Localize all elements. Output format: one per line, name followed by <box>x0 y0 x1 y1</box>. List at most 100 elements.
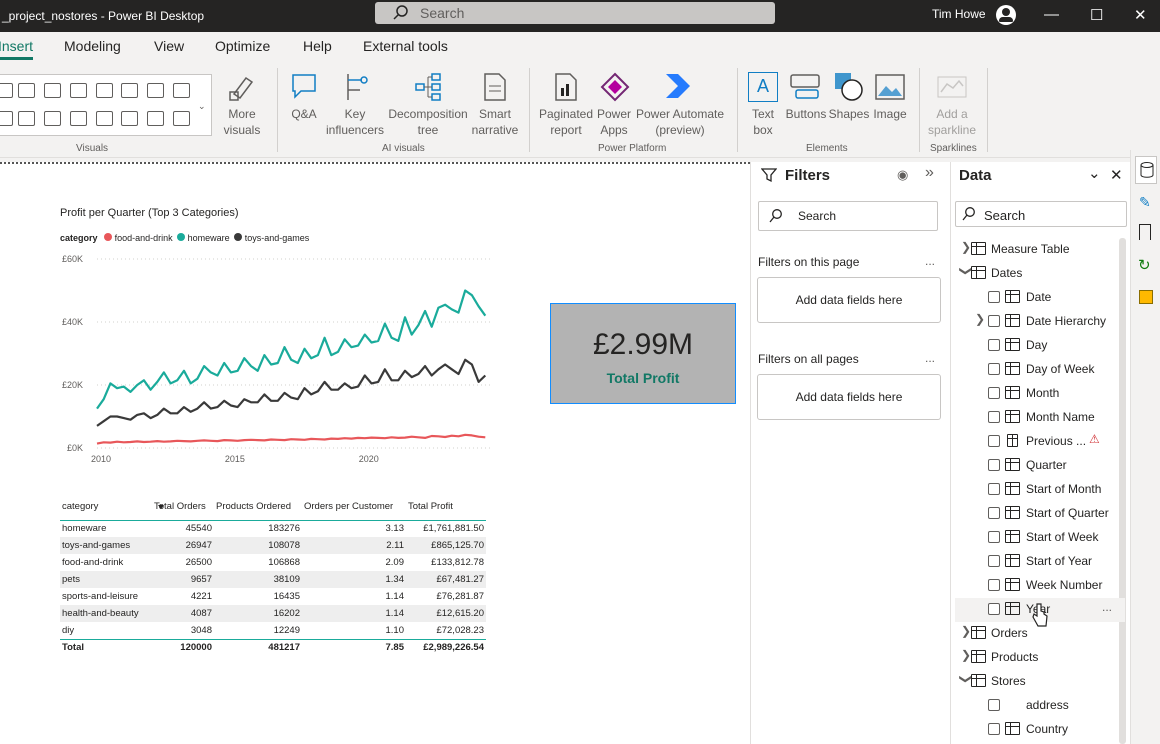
add-sparkline-button[interactable]: Add a sparkline <box>924 106 980 138</box>
more-options-button[interactable]: ... <box>925 351 935 365</box>
smart-narrative-button[interactable]: Smart narrative <box>470 106 520 138</box>
checkbox[interactable] <box>988 699 1000 711</box>
visual-icon[interactable] <box>173 111 190 126</box>
filters-search-input[interactable]: Search <box>758 201 938 231</box>
total-profit-card[interactable]: £2.99M Total Profit <box>550 303 736 404</box>
column-header-category[interactable]: category <box>60 494 152 521</box>
title-search-box[interactable]: Search <box>375 2 775 24</box>
tab-modeling[interactable]: Modeling <box>64 38 121 54</box>
table-row[interactable]: food-and-drink 26500 106868 2.09 £133,812.78 <box>60 554 486 571</box>
column-header-products-ordered[interactable]: Products Ordered <box>214 494 302 521</box>
visual-icon[interactable] <box>96 83 113 98</box>
checkbox[interactable] <box>988 411 1000 423</box>
field-week-number[interactable]: Week Number <box>955 574 1125 598</box>
column-header-orders-per-customer[interactable]: Orders per Customer <box>302 494 406 521</box>
field-start-of-week[interactable]: Start of Week <box>955 526 1125 550</box>
qa-button[interactable]: Q&A <box>283 106 325 122</box>
visual-icon[interactable] <box>0 83 13 98</box>
more-visuals-button[interactable]: More visuals <box>214 106 270 138</box>
orders-table[interactable]: category Total Orders Products Ordered O… <box>60 494 486 656</box>
tree-item-orders[interactable]: ❯ Orders <box>955 622 1125 646</box>
visual-icon[interactable] <box>70 111 87 126</box>
sync-slicers-icon[interactable]: ↻ <box>1138 256 1151 274</box>
paginated-report-button[interactable]: Paginated report <box>536 106 596 138</box>
checkbox[interactable] <box>988 603 1000 615</box>
eye-icon[interactable]: ◉ <box>897 167 908 183</box>
minimize-button[interactable]: — <box>1044 6 1059 23</box>
collapse-filters-icon[interactable]: » <box>925 164 934 182</box>
gallery-expand-icon[interactable]: ⌄ <box>198 101 206 112</box>
field-day-of-week[interactable]: Day of Week <box>955 358 1125 382</box>
checkbox[interactable] <box>988 435 1000 447</box>
close-icon[interactable]: ✕ <box>1110 166 1123 184</box>
bookmark-icon[interactable] <box>1139 224 1151 240</box>
checkbox[interactable] <box>988 483 1000 495</box>
tree-item-dates[interactable]: ❯ Dates <box>955 262 1125 286</box>
buttons-button[interactable]: Buttons <box>784 106 828 122</box>
column-header-total-profit[interactable]: Total Profit <box>406 494 486 521</box>
selection-pane-icon[interactable] <box>1139 290 1153 304</box>
close-button[interactable]: ✕ <box>1134 6 1147 24</box>
table-row[interactable]: health-and-beauty 4087 16202 1.14 £12,615.20 <box>60 605 486 622</box>
table-row[interactable]: pets 9657 38109 1.34 £67,481.27 <box>60 571 486 588</box>
tree-item-stores[interactable]: ❯ Stores <box>955 670 1125 694</box>
visual-icon[interactable] <box>173 83 190 98</box>
field-start-of-month[interactable]: Start of Month <box>955 478 1125 502</box>
visual-icon[interactable] <box>18 83 35 98</box>
power-automate-button[interactable]: Power Automate (preview) <box>635 106 725 138</box>
chevron-right-icon[interactable]: ❯ <box>961 648 971 662</box>
decomposition-tree-button[interactable]: Decomposition tree <box>386 106 470 138</box>
user-name[interactable]: Tim Howe <box>932 7 986 21</box>
checkbox[interactable] <box>988 339 1000 351</box>
tree-item-products[interactable]: ❯ Products <box>955 646 1125 670</box>
field-date-hierarchy[interactable]: ❯ Date Hierarchy <box>955 310 1125 334</box>
checkbox[interactable] <box>988 723 1000 735</box>
visual-icon[interactable] <box>44 111 61 126</box>
tab-optimize[interactable]: Optimize <box>215 38 270 54</box>
field-month-name[interactable]: Month Name <box>955 406 1125 430</box>
checkbox[interactable] <box>988 291 1000 303</box>
field-month[interactable]: Month <box>955 382 1125 406</box>
line-chart[interactable]: £60K £40K £20K £0K 2010 2015 2020 <box>55 250 495 465</box>
checkbox[interactable] <box>988 315 1000 327</box>
visual-icon[interactable] <box>147 83 164 98</box>
checkbox[interactable] <box>988 507 1000 519</box>
shapes-button[interactable]: Shapes <box>828 106 870 122</box>
visual-icon[interactable] <box>147 111 164 126</box>
field-date[interactable]: Date <box>955 286 1125 310</box>
checkbox[interactable] <box>988 363 1000 375</box>
visuals-gallery[interactable]: ⌄ <box>0 74 212 136</box>
chevron-right-icon[interactable]: ❯ <box>961 624 971 638</box>
checkbox[interactable] <box>988 579 1000 591</box>
image-button[interactable]: Image <box>870 106 910 122</box>
data-pane-toggle[interactable] <box>1135 156 1157 184</box>
table-row[interactable]: sports-and-leisure 4221 16435 1.14 £76,281.8… <box>60 588 486 605</box>
checkbox[interactable] <box>988 531 1000 543</box>
field-day[interactable]: Day <box>955 334 1125 358</box>
tree-item-measure-table[interactable]: ❯ Measure Table <box>955 238 1125 262</box>
visual-icon[interactable] <box>18 111 35 126</box>
checkbox[interactable] <box>988 459 1000 471</box>
all-pages-filter-drop-zone[interactable]: Add data fields here <box>757 374 941 420</box>
checkbox[interactable] <box>988 555 1000 567</box>
field-address[interactable]: address <box>955 694 1125 718</box>
table-row[interactable]: toys-and-games 26947 108078 2.11 £865,125.70 <box>60 537 486 554</box>
format-pane-icon[interactable]: ✎ <box>1139 194 1151 211</box>
field-start-of-quarter[interactable]: Start of Quarter <box>955 502 1125 526</box>
visual-icon[interactable] <box>44 83 61 98</box>
tab-insert[interactable]: Insert <box>0 38 34 60</box>
visual-icon[interactable] <box>70 83 87 98</box>
field-country[interactable]: Country <box>955 718 1125 742</box>
avatar[interactable] <box>996 5 1016 25</box>
tab-view[interactable]: View <box>154 38 184 54</box>
text-box-button[interactable]: Text box <box>745 106 781 138</box>
field-previous[interactable]: Previous ... ⚠ <box>955 430 1125 454</box>
more-options-button[interactable]: ... <box>925 254 935 268</box>
tab-external-tools[interactable]: External tools <box>363 38 448 54</box>
table-row[interactable]: diy 3048 12249 1.10 £72,028.23 <box>60 622 486 639</box>
chevron-down-icon[interactable]: ⌄ <box>1088 164 1101 182</box>
table-row[interactable]: homeware 45540 183276 3.13 £1,761,881.50 <box>60 520 486 537</box>
chevron-right-icon[interactable]: ❯ <box>961 240 971 254</box>
maximize-button[interactable]: ☐ <box>1090 6 1103 24</box>
visual-icon[interactable] <box>96 111 113 126</box>
